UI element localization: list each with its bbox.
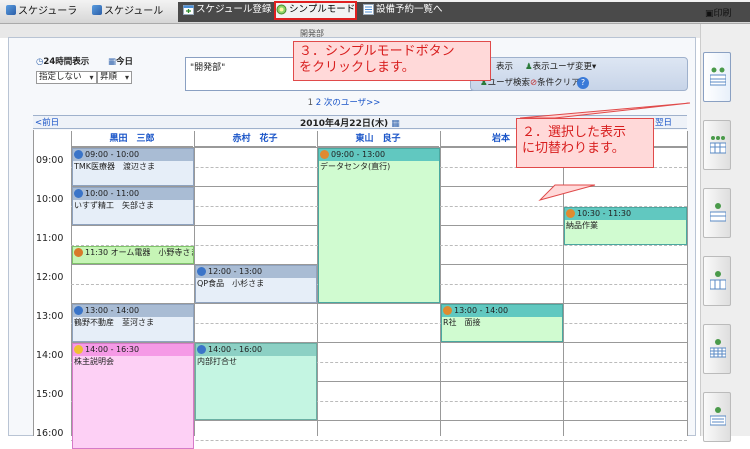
view-personal-list-button[interactable] [703,392,731,442]
event-time: 14:00 - 16:30 [73,344,193,356]
event-item[interactable]: 14:00 - 16:30 株主説明会 [72,343,194,449]
time-label: 11:00 [36,233,64,244]
event-time: 14:00 - 16:00 [196,344,316,356]
info-icon [197,267,206,276]
event-time-text: 12:00 - 13:00 [208,267,263,276]
event-item[interactable]: 11:30 オーム電器 小野寺さま [72,245,194,264]
calendar-today-icon: ▦ [108,57,117,67]
group-icon [74,247,83,257]
event-time-text: 09:00 - 10:00 [85,150,140,159]
event-item[interactable]: 10:30 - 11:30 納品作業 [564,206,687,245]
info-icon [74,189,83,198]
time-label: 12:00 [36,272,64,283]
callout-arrow-2 [519,102,691,119]
person-icon [443,306,452,315]
person-day-view-icon [709,201,727,223]
event-title: R社 面接 [443,318,481,327]
event-time-text: 10:00 - 11:00 [85,189,140,198]
today-button[interactable]: ▦今日 [108,56,133,69]
column-header-akamura[interactable]: 赤村 花子 [194,131,316,147]
pager-next-users-link[interactable]: 次のユーザ>> [324,98,381,108]
event-time-text: 11:30 オーム電器 小野寺さま [85,247,194,257]
event-title: 株主説明会 [74,357,114,366]
time-label: 14:00 [36,350,64,361]
view-personal-day-button[interactable] [703,188,731,238]
calendar-picker-icon[interactable]: ▦ [388,119,400,129]
event-item[interactable]: 10:00 - 11:00 いすず精工 矢部さま [72,187,194,225]
event-time-text: 14:00 - 16:30 [85,345,140,354]
time-label: 13:00 [36,311,64,322]
time-label: 09:00 [36,155,64,166]
event-time-text: 09:00 - 13:00 [331,150,386,159]
person-week-view-icon [709,269,727,291]
event-time-text: 14:00 - 16:00 [208,345,263,354]
callout-arrow-2-tail [538,184,596,201]
view-personal-month-button[interactable] [703,324,731,374]
department-filter-text: "開発部" [190,63,226,73]
view-personal-week-button[interactable] [703,256,731,306]
schedule-logo-icon [92,5,102,15]
group-day-view-icon [709,65,727,87]
view-24h-toggle[interactable]: ◷24時間表示 [36,56,89,69]
event-time: 13:00 - 14:00 [73,305,193,317]
event-item[interactable]: 14:00 - 16:00 内部打合せ [195,343,317,420]
event-title: QP食品 小杉さま [197,279,265,288]
event-title: 鶴野不動産 韮河さま [74,318,154,327]
view-day-group-button[interactable] [703,52,731,102]
event-time: 12:00 - 13:00 [196,266,316,278]
event-time: 09:00 - 10:00 [73,149,193,161]
pager-page-2-link[interactable]: 2 [316,98,321,108]
person-list-view-icon [709,405,727,427]
callout-arrows [519,102,691,201]
printer-icon: ▣ [705,9,714,19]
time-label: 15:00 [36,389,64,400]
event-time: 10:00 - 11:00 [73,188,193,200]
facility-list-icon [363,4,374,15]
event-time: 10:30 - 11:30 [565,207,686,220]
calendar-add-icon [183,4,194,15]
time-label: 16:00 [36,428,64,439]
event-time: 13:00 - 14:00 [442,305,562,317]
current-date-label: 2010年4月22日(木) ▦ [300,119,400,129]
view-week-group-button[interactable] [703,120,731,170]
event-title: 納品作業 [566,220,598,230]
highlight-simple-mode [274,1,357,20]
event-item[interactable]: 13:00 - 14:00 R社 面接 [441,304,563,342]
event-title: TMK医療器 渡辺さま [74,162,156,171]
meeting-icon [74,345,83,354]
scheduler-logo-icon [6,5,16,15]
person-month-view-icon [709,337,727,359]
event-item[interactable]: 09:00 - 10:00 TMK医療器 渡辺さま [72,148,194,186]
event-item[interactable]: 13:00 - 14:00 鶴野不動産 韮河さま [72,304,194,342]
menu-schedule-register[interactable]: スケジュール登録 [182,1,271,18]
callout-step-2: ２．選択した表示 に切替わります。 [516,118,654,168]
event-time-text: 10:30 - 11:30 [577,208,632,218]
event-time: 11:30 オーム電器 小野寺さま [73,246,194,259]
event-title [73,259,193,264]
column-header-kuroda[interactable]: 黒田 三郎 [71,131,193,147]
person-icon [566,208,575,218]
app-brand-schedule[interactable]: スケジュール [92,4,163,20]
event-item[interactable]: 12:00 - 13:00 QP食品 小杉さま [195,265,317,303]
group-week-view-icon [709,133,727,155]
event-title: いすず精工 矢部さま [74,201,154,210]
info-icon [74,306,83,315]
pencil-icon [197,345,206,354]
time-label: 10:00 [36,194,64,205]
info-icon [74,150,83,159]
app-brand-scheduler[interactable]: スケジューラ [6,4,77,20]
event-time-text: 13:00 - 14:00 [454,306,509,315]
person-icon [320,150,329,159]
event-time-text: 13:00 - 14:00 [85,306,140,315]
sort-order-select[interactable]: 昇順 [97,71,133,84]
print-button[interactable]: ▣印刷 [705,6,732,19]
sort-field-select[interactable]: 指定しない [36,71,97,84]
prev-day-link[interactable]: <前日 [35,116,59,128]
event-title: 内部打合せ [197,357,237,366]
